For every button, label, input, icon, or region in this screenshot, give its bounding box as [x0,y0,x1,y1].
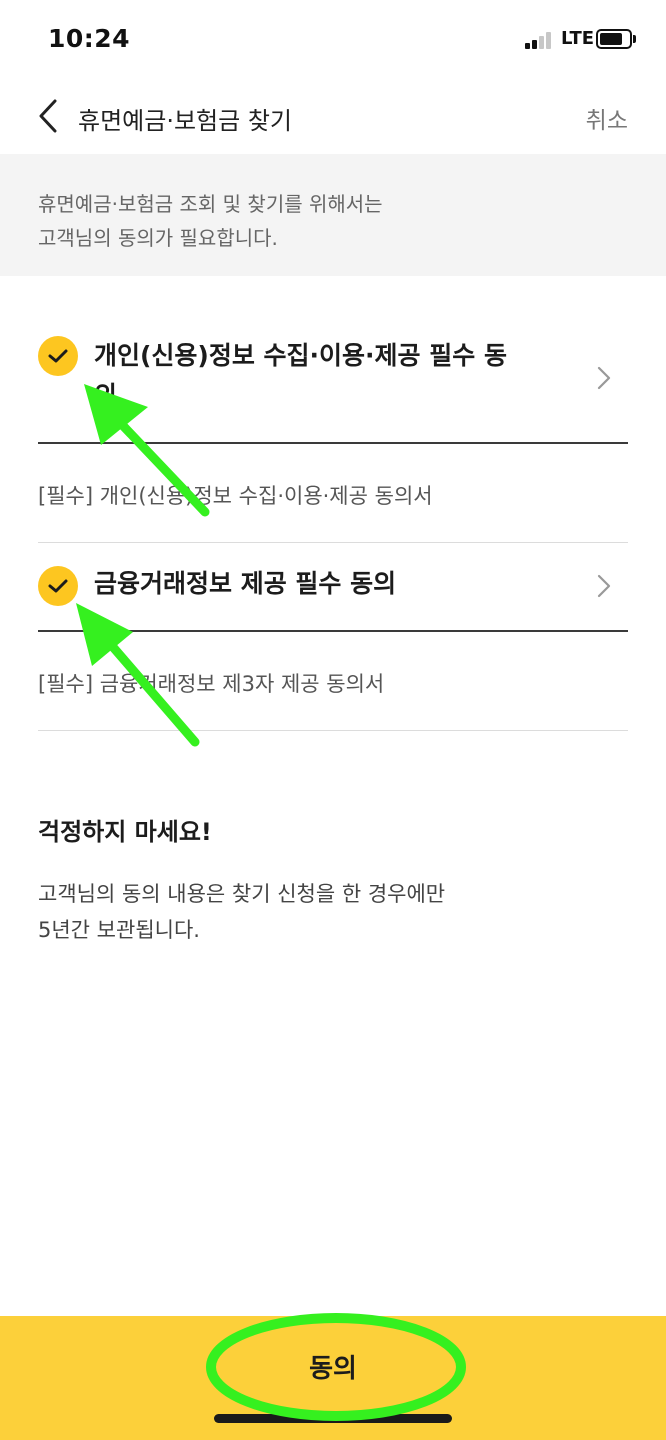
cellular-signal-icon [525,31,555,49]
divider [38,630,628,632]
chevron-right-icon [597,366,611,390]
battery-icon [596,29,632,49]
consent-personal-info[interactable]: 개인(신용)정보 수집·이용·제공 필수 동 의 [38,336,628,422]
status-time: 10:24 [48,24,131,53]
notice-text-line-2: 고객님의 동의가 필요합니다. [38,226,278,250]
consent-screen: 10:24 LTE 휴면예금·보험금 찾기 취소 휴면예금·보험금 조회 및 찾… [0,0,666,1440]
network-type: LTE [561,28,595,49]
consent-title-line-1: 개인(신용)정보 수집·이용·제공 필수 동 [94,341,507,370]
home-indicator [214,1414,452,1423]
consent-financial-info[interactable]: 금융거래정보 제공 필수 동의 [38,564,628,608]
divider [38,442,628,444]
notice-text-line-1: 휴면예금·보험금 조회 및 찾기를 위해서는 [38,192,383,216]
reassurance-text-line-1: 고객님의 동의 내용은 찾기 신청을 한 경우에만 [38,882,446,906]
checkmark-icon[interactable] [38,336,78,376]
reassurance-title: 걱정하지 마세요! [38,818,212,846]
consent-title: 금융거래정보 제공 필수 동의 [94,569,397,598]
consent-notice: 휴면예금·보험금 조회 및 찾기를 위해서는 고객님의 동의가 필요합니다. [0,154,666,276]
divider [38,730,628,731]
consent-document-financial-info[interactable]: [필수] 금융거래정보 제3자 제공 동의서 [38,668,384,698]
reassurance-text-line-2: 5년간 보관됩니다. [38,918,200,942]
back-button[interactable] [28,94,68,138]
cancel-button[interactable]: 취소 [586,101,628,135]
checkmark-icon[interactable] [38,566,78,606]
consent-document-personal-info[interactable]: [필수] 개인(신용)정보 수집·이용·제공 동의서 [38,480,433,510]
consent-title-line-2: 의 [94,381,118,400]
chevron-right-icon [597,574,611,598]
chevron-left-icon [39,99,57,133]
divider [38,542,628,543]
nav-bar: 휴면예금·보험금 찾기 취소 [0,80,666,154]
status-bar: 10:24 LTE [0,0,666,80]
agree-button[interactable]: 동의 [0,1316,666,1416]
battery-cap [633,35,636,43]
page-title: 휴면예금·보험금 찾기 [78,107,292,135]
